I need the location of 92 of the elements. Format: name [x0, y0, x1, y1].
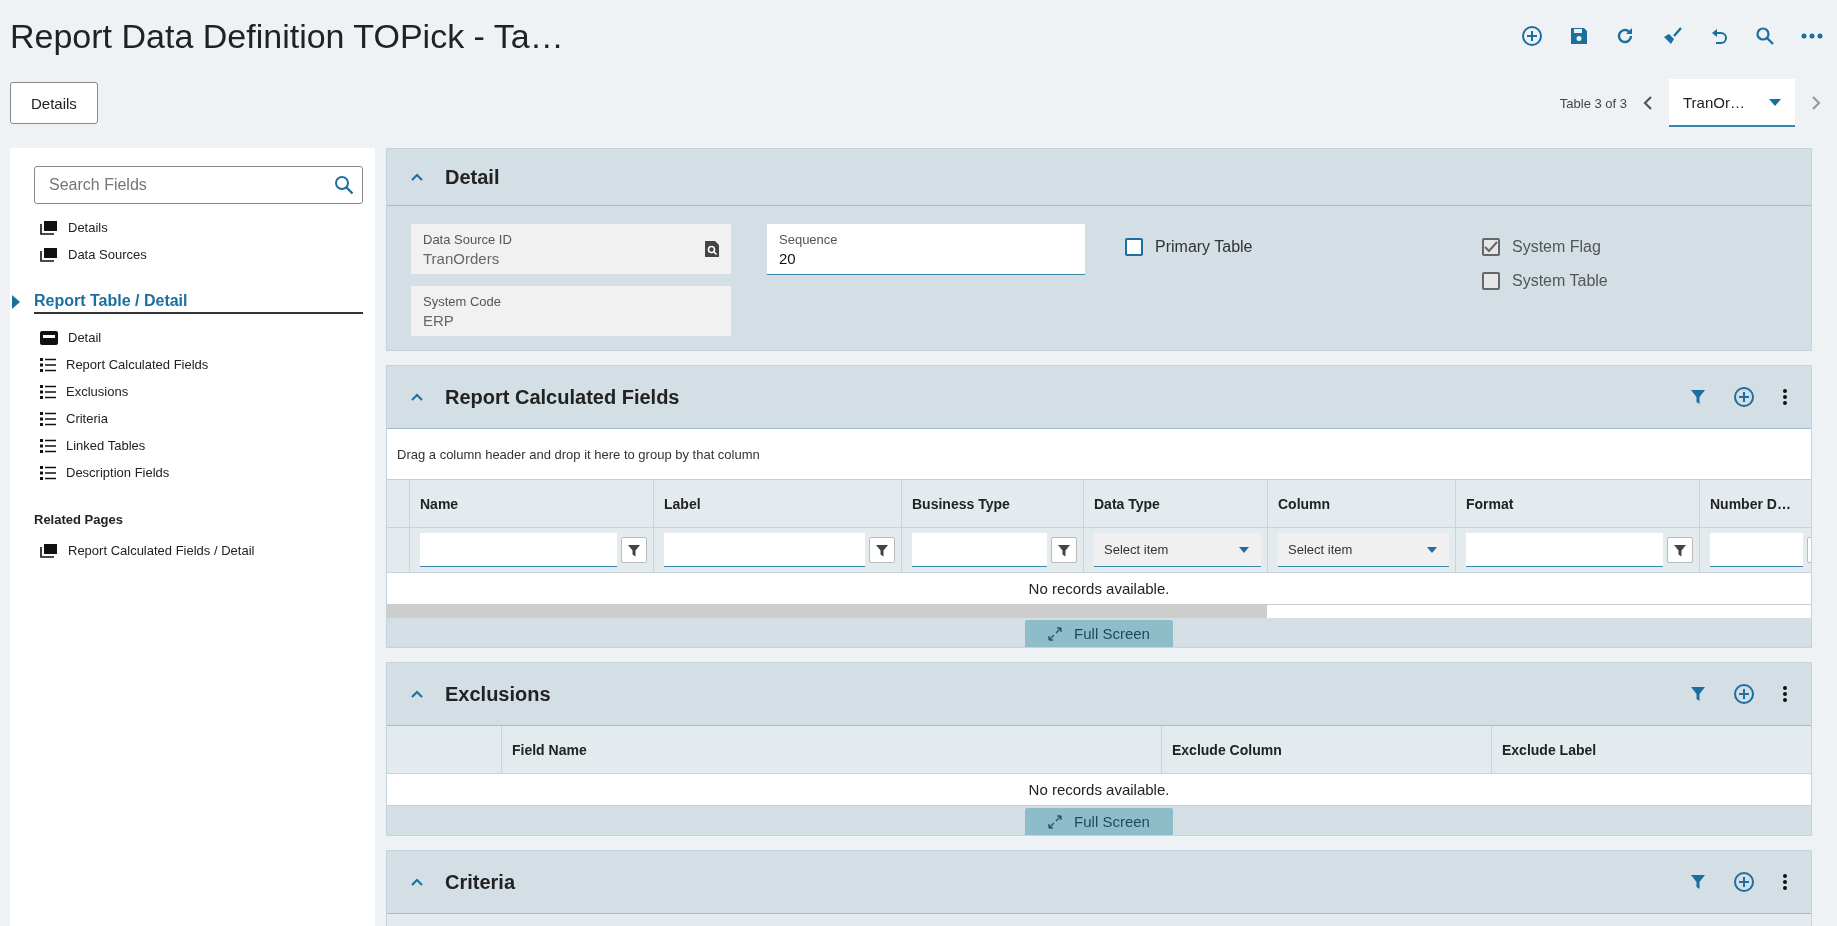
filter-icon[interactable]	[1691, 874, 1705, 890]
sidebar-item[interactable]: Report Calculated Fields / Detail	[40, 541, 255, 560]
filter-dropdown[interactable]: Select item	[1278, 533, 1449, 567]
column-header[interactable]: Data Type	[1084, 480, 1268, 527]
search-field[interactable]: Search Fields	[34, 166, 363, 204]
filter-input[interactable]	[1710, 533, 1803, 567]
filter-button[interactable]	[869, 537, 895, 563]
filter-input[interactable]	[664, 533, 865, 567]
chevron-right-icon[interactable]	[1809, 94, 1823, 112]
add-icon[interactable]	[1733, 871, 1755, 893]
full-screen-button[interactable]: Full Screen	[1025, 808, 1173, 835]
caret-icon	[1427, 546, 1437, 553]
sidebar-item[interactable]: Description Fields	[40, 463, 170, 482]
sidebar-item[interactable]: Data Sources	[40, 245, 147, 264]
details-button[interactable]: Details	[10, 82, 98, 124]
collapse-icon[interactable]	[411, 173, 423, 181]
expand-icon	[1048, 626, 1063, 641]
collapse-icon[interactable]	[411, 878, 423, 886]
kebab-menu-icon[interactable]	[1783, 389, 1787, 405]
panel-title: Report Calculated Fields	[445, 385, 680, 409]
filter-icon[interactable]	[1691, 389, 1705, 405]
checkbox-label: System Flag	[1512, 238, 1601, 256]
filter-icon	[1674, 543, 1686, 557]
list-icon	[40, 465, 56, 480]
filter-button[interactable]	[621, 537, 647, 563]
refresh-icon[interactable]	[1615, 26, 1635, 46]
readonly-field: System Code ERP	[411, 286, 731, 336]
column-header[interactable]: Format	[1456, 480, 1700, 527]
pager-label: Table 3 of 3	[1559, 95, 1627, 111]
page-title: Report Data Definition TOPick - Ta…	[10, 16, 564, 56]
filter-input[interactable]	[912, 533, 1047, 567]
list-icon	[40, 438, 56, 453]
filter-button[interactable]	[1667, 537, 1693, 563]
checkbox-label: System Table	[1512, 272, 1608, 290]
column-header[interactable]: Name	[410, 480, 654, 527]
filter-icon	[1058, 543, 1070, 557]
sidebar-item[interactable]: Linked Tables	[40, 436, 146, 455]
sidebar-item[interactable]: Detail	[40, 328, 102, 347]
list-icon	[40, 384, 56, 399]
expand-icon	[1048, 814, 1063, 829]
add-icon[interactable]	[1521, 25, 1543, 47]
collapse-icon[interactable]	[411, 690, 423, 698]
sidebar-section-heading[interactable]: Report Table / Detail	[34, 292, 363, 314]
column-header[interactable]: Business Type	[902, 480, 1084, 527]
full-screen-button[interactable]: Full Screen	[1025, 620, 1173, 647]
form-icon	[40, 330, 58, 345]
sidebar-item[interactable]: Report Calculated Fields	[40, 355, 209, 374]
checkbox[interactable]	[1125, 238, 1143, 256]
filter-icon[interactable]	[1691, 686, 1705, 702]
list-icon	[40, 411, 56, 426]
pages-icon	[40, 247, 58, 262]
column-header[interactable]: Label	[654, 480, 902, 527]
save-icon[interactable]	[1569, 26, 1589, 46]
add-icon[interactable]	[1733, 386, 1755, 408]
column-header[interactable]: Exclude Label	[1492, 726, 1811, 773]
search-input[interactable]: Search Fields	[47, 175, 334, 195]
column-header[interactable]: Field Name	[502, 726, 1162, 773]
related-pages-heading: Related Pages	[34, 512, 124, 527]
filter-dropdown[interactable]: Select item	[1094, 533, 1261, 567]
sequence-field[interactable]: Sequence 20	[767, 224, 1085, 275]
filter-icon	[876, 543, 888, 557]
column-header[interactable]: Number D…	[1700, 480, 1811, 527]
sidebar-item[interactable]: Criteria	[40, 409, 108, 428]
filter-button[interactable]	[1051, 537, 1077, 563]
readonly-field: Data Source ID TranOrders	[411, 224, 731, 274]
filter-input[interactable]	[420, 533, 617, 567]
collapse-icon[interactable]	[411, 393, 423, 401]
filter-icon	[628, 543, 640, 557]
kebab-menu-icon[interactable]	[1783, 686, 1787, 702]
caret-icon	[1769, 98, 1781, 106]
more-icon[interactable]	[1801, 33, 1823, 39]
chevron-left-icon[interactable]	[1641, 94, 1655, 112]
triangle-icon	[12, 295, 20, 309]
panel-title: Detail	[445, 165, 500, 189]
pages-icon	[40, 220, 58, 235]
sidebar-item[interactable]: Exclusions	[40, 382, 129, 401]
search-icon[interactable]	[1755, 26, 1775, 46]
lookup-icon[interactable]	[705, 241, 719, 257]
panel-title: Criteria	[445, 870, 516, 894]
filter-input[interactable]	[1466, 533, 1663, 567]
table-dropdown[interactable]: TranOr…	[1669, 79, 1795, 127]
panel-title: Exclusions	[445, 682, 551, 706]
sidebar-item[interactable]: Details	[40, 218, 108, 237]
search-icon	[334, 175, 354, 195]
kebab-menu-icon[interactable]	[1783, 874, 1787, 890]
checkbox-label: Primary Table	[1155, 238, 1253, 256]
caret-icon	[1239, 546, 1249, 553]
list-icon	[40, 357, 56, 372]
column-header[interactable]: Exclude Column	[1162, 726, 1492, 773]
column-header[interactable]: Column	[1268, 480, 1456, 527]
pages-icon	[40, 543, 58, 558]
add-icon[interactable]	[1733, 683, 1755, 705]
